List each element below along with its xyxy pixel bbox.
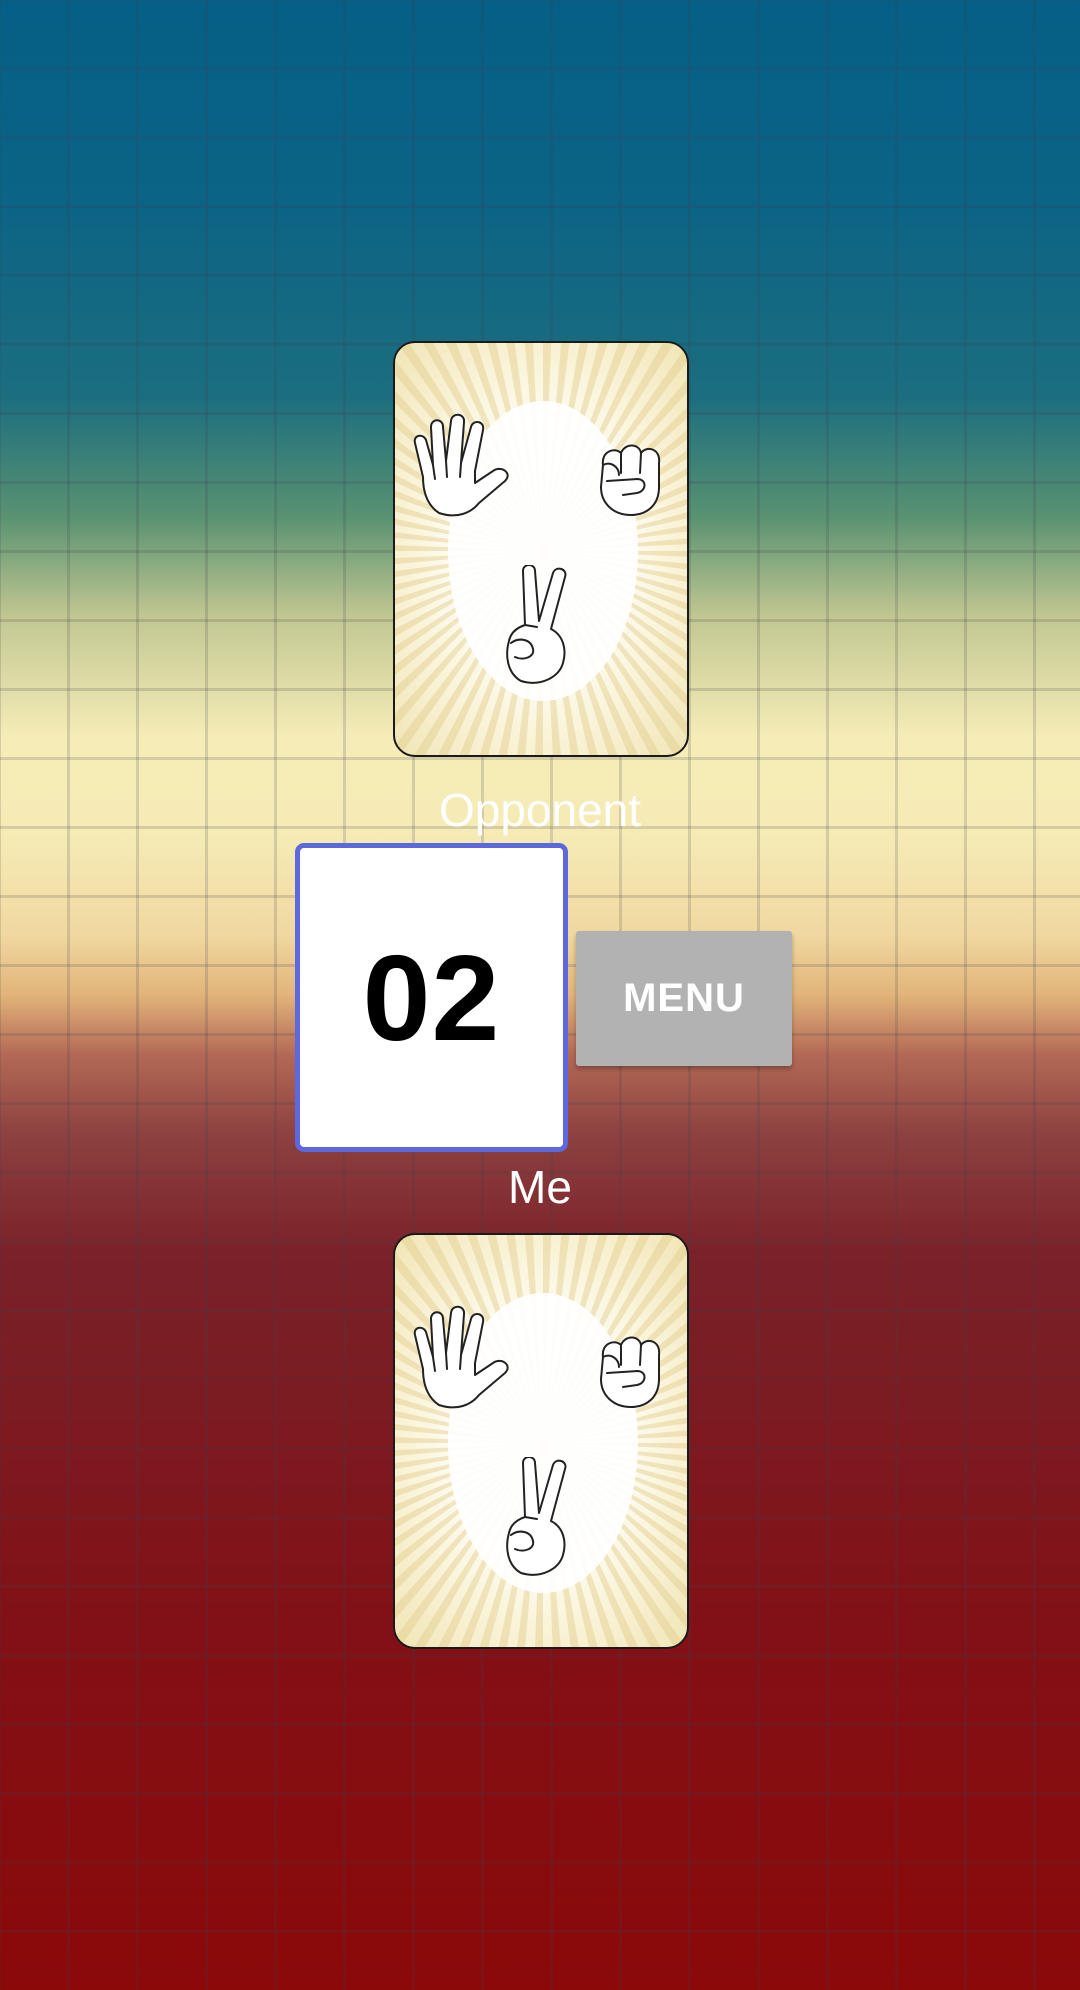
opponent-label: Opponent — [438, 784, 642, 836]
open-hand-icon — [413, 413, 509, 517]
menu-button[interactable]: MENU — [576, 931, 792, 1066]
score-value: 02 — [362, 929, 501, 1066]
player-card[interactable] — [393, 1233, 689, 1649]
peace-sign-icon — [506, 565, 567, 684]
fist-icon — [600, 1336, 661, 1408]
player-label: Me — [508, 1161, 572, 1213]
card-rays-decoration — [395, 343, 687, 755]
peace-sign-icon — [506, 1457, 567, 1576]
open-hand-icon — [413, 1305, 509, 1409]
opponent-card — [393, 341, 689, 757]
fist-icon — [600, 444, 661, 516]
card-rays-decoration — [395, 1235, 687, 1647]
score-display: 02 — [295, 843, 568, 1152]
